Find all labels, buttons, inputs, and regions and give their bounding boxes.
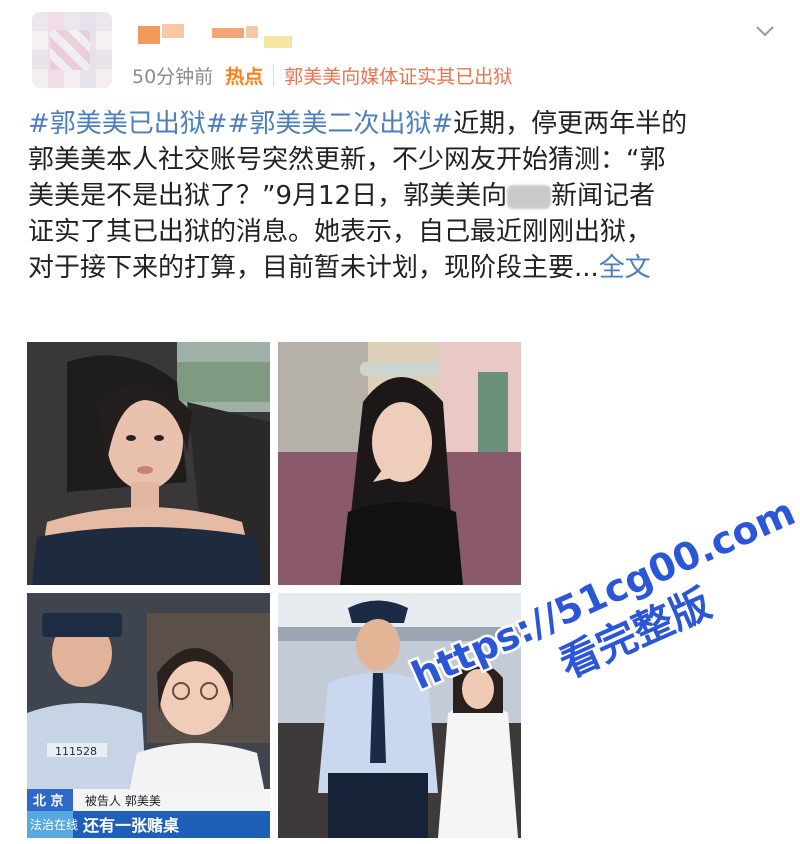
avatar[interactable] xyxy=(32,12,112,88)
username-blurred[interactable] xyxy=(138,16,298,48)
full-text-link[interactable]: 全文 xyxy=(599,253,651,283)
post-text-line: 郭美美本人社交账号突然更新，不少网友开始猜测：“郭 xyxy=(28,145,666,175)
caption-defendant: 被告人 郭美美 xyxy=(85,794,161,808)
hot-label: 热点 xyxy=(225,65,264,88)
censored-text xyxy=(507,184,552,209)
chevron-down-icon[interactable] xyxy=(754,20,776,42)
post-meta: 50分钟前 热点 郭美美向媒体证实其已出狱 xyxy=(132,62,512,88)
post-text-line: 近期，停更两年半的 xyxy=(453,109,688,139)
divider xyxy=(273,64,275,86)
caption-channel: 法治在线 xyxy=(30,818,78,832)
post-text-line: 美美是不是出狱了？”9月12日，郭美美向 xyxy=(28,181,508,211)
watermark: https://51cg00.com https://51cg00.com 看完… xyxy=(403,496,796,696)
photo-selfie-car[interactable] xyxy=(27,342,270,585)
badge-number: 111528 xyxy=(55,745,97,758)
post-text-line: 对于接下来的打算，目前暂未计划，现阶段主要... xyxy=(28,253,599,283)
post-text-line: 证实了其已出狱的消息。她表示，自己最近刚刚出狱， xyxy=(28,217,653,247)
topic-link[interactable]: 郭美美向媒体证实其已出狱 xyxy=(284,62,512,89)
photo-court-tv[interactable]: 111528 北 京 被告人 郭美美 法治在线 还有一张赌桌 xyxy=(27,593,270,838)
hashtag-link[interactable]: #郭美美已出狱##郭美美二次出狱# xyxy=(28,109,453,139)
post-text-line: 新闻记者 xyxy=(551,181,656,211)
caption-subtitle: 还有一张赌桌 xyxy=(82,816,179,835)
post-time: 50分钟前 xyxy=(132,65,214,88)
caption-city: 北 京 xyxy=(33,793,64,809)
post-body: #郭美美已出狱##郭美美二次出狱#近期，停更两年半的 郭美美本人社交账号突然更新… xyxy=(28,106,778,286)
